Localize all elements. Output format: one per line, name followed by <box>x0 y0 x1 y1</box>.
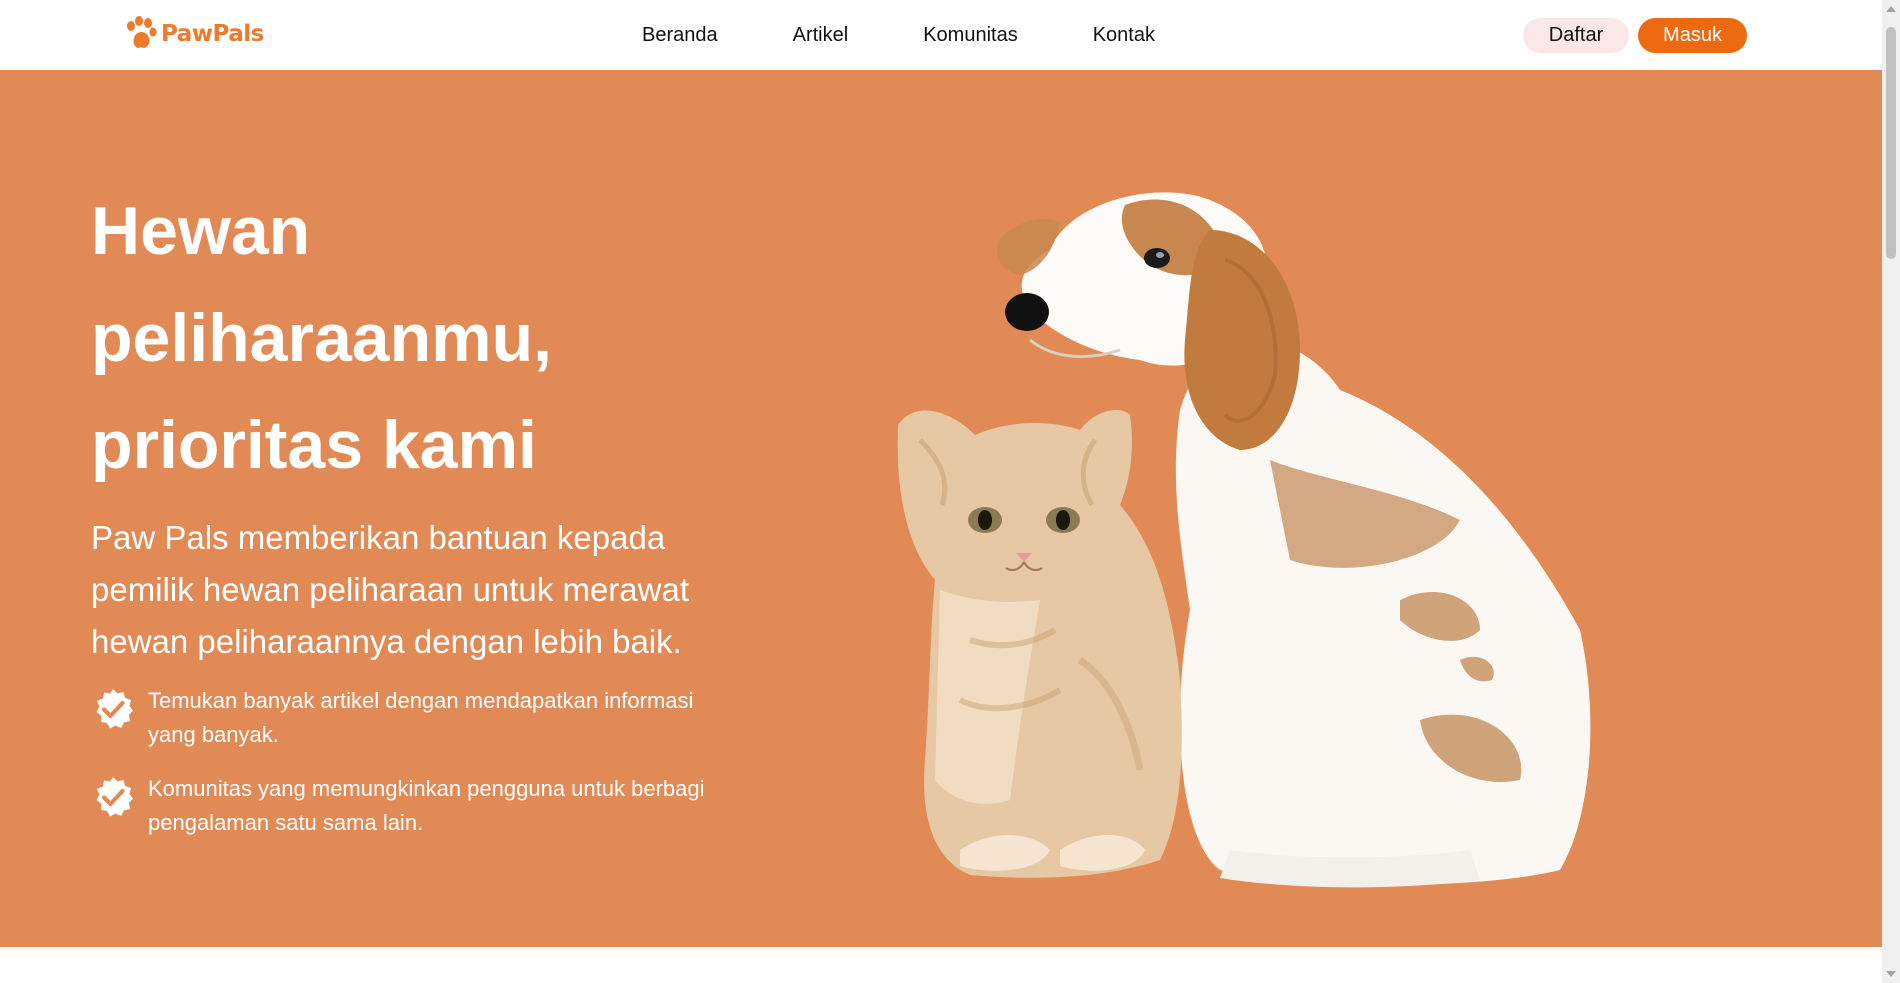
hero-description: Paw Pals memberikan bantuan kepada pemil… <box>91 519 689 660</box>
hero-title-line: Hewan <box>91 193 311 269</box>
feature-text: Komunitas yang memungkinkan pengguna unt… <box>148 776 705 835</box>
hero-section: Hewan peliharaanmu, prioritas kami Paw P… <box>0 70 1882 947</box>
page: PawPals Beranda Artikel Komunitas Kontak… <box>0 0 1900 983</box>
feature-item: Temukan banyak artikel dengan mendapatka… <box>91 687 731 752</box>
feature-text: Temukan banyak artikel dengan mendapatka… <box>148 688 694 747</box>
verified-badge-icon <box>96 689 133 729</box>
hero-title-line: prioritas kami <box>91 407 537 483</box>
scrollbar-thumb[interactable] <box>1886 27 1896 259</box>
brand-name: PawPals <box>161 21 264 47</box>
register-button[interactable]: Daftar <box>1523 18 1629 53</box>
nav-item-beranda[interactable]: Beranda <box>642 22 718 48</box>
scroll-up-arrow-icon[interactable] <box>1886 6 1896 12</box>
login-button[interactable]: Masuk <box>1638 18 1747 53</box>
kitten-and-puppy-illustration <box>897 192 1591 888</box>
nav-item-artikel[interactable]: Artikel <box>793 22 849 48</box>
brand-logo[interactable]: PawPals <box>124 14 264 54</box>
next-section-edge <box>0 947 1882 983</box>
scroll-down-arrow-icon[interactable] <box>1886 971 1896 977</box>
main-nav: Beranda Artikel Komunitas Kontak <box>642 22 1155 48</box>
navbar: PawPals Beranda Artikel Komunitas Kontak… <box>0 0 1882 70</box>
vertical-scrollbar[interactable] <box>1882 0 1900 983</box>
hero-title: Hewan peliharaanmu, prioritas kami <box>91 178 711 499</box>
verified-badge-icon <box>96 777 133 817</box>
feature-item: Komunitas yang memungkinkan pengguna unt… <box>91 775 731 840</box>
kitten <box>897 410 1182 878</box>
paw-icon <box>127 16 157 48</box>
hero-title-line: peliharaanmu, <box>91 300 553 376</box>
nav-item-kontak[interactable]: Kontak <box>1093 22 1155 48</box>
nav-item-komunitas[interactable]: Komunitas <box>923 22 1018 48</box>
